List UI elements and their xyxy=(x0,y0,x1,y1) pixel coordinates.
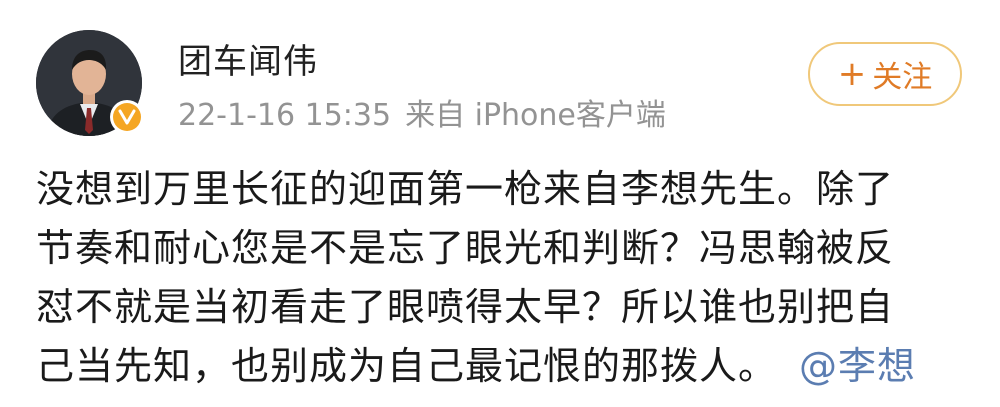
content-line: 节奏和耐心您是不是忘了眼光和判断？冯思翰被反 xyxy=(36,226,895,270)
post-content: 没想到万里长征的迎面第一枪来自李想先生。除了 节奏和耐心您是不是忘了眼光和判断？… xyxy=(36,160,956,396)
avatar-container[interactable] xyxy=(36,30,144,136)
post-meta: 22-1-16 15:35 来自 iPhone客户端 xyxy=(178,96,666,136)
verified-v-icon xyxy=(113,103,141,131)
content-line-text: 己当先知，也别成为自己最记恨的那拨人。 xyxy=(36,344,778,388)
follow-button[interactable]: + 关注 xyxy=(808,42,962,106)
mention-link[interactable]: @李想 xyxy=(799,344,916,388)
post-timestamp: 22-1-16 15:35 xyxy=(178,98,392,133)
verified-badge xyxy=(110,100,144,134)
follow-button-label: 关注 xyxy=(872,60,933,95)
content-line: 没想到万里长征的迎面第一枪来自李想先生。除了 xyxy=(36,167,895,211)
weibo-post: 团车闻伟 22-1-16 15:35 来自 iPhone客户端 + 关注 没想到万… xyxy=(0,0,1000,407)
plus-icon: + xyxy=(837,54,867,94)
content-line: 怼不就是当初看走了眼喷得太早？所以谁也别把自 xyxy=(36,285,895,329)
content-line-last: 己当先知，也别成为自己最记恨的那拨人。 @李想 xyxy=(36,337,956,396)
post-source: 来自 iPhone客户端 xyxy=(405,98,666,133)
author-name[interactable]: 团车闻伟 xyxy=(178,40,318,84)
